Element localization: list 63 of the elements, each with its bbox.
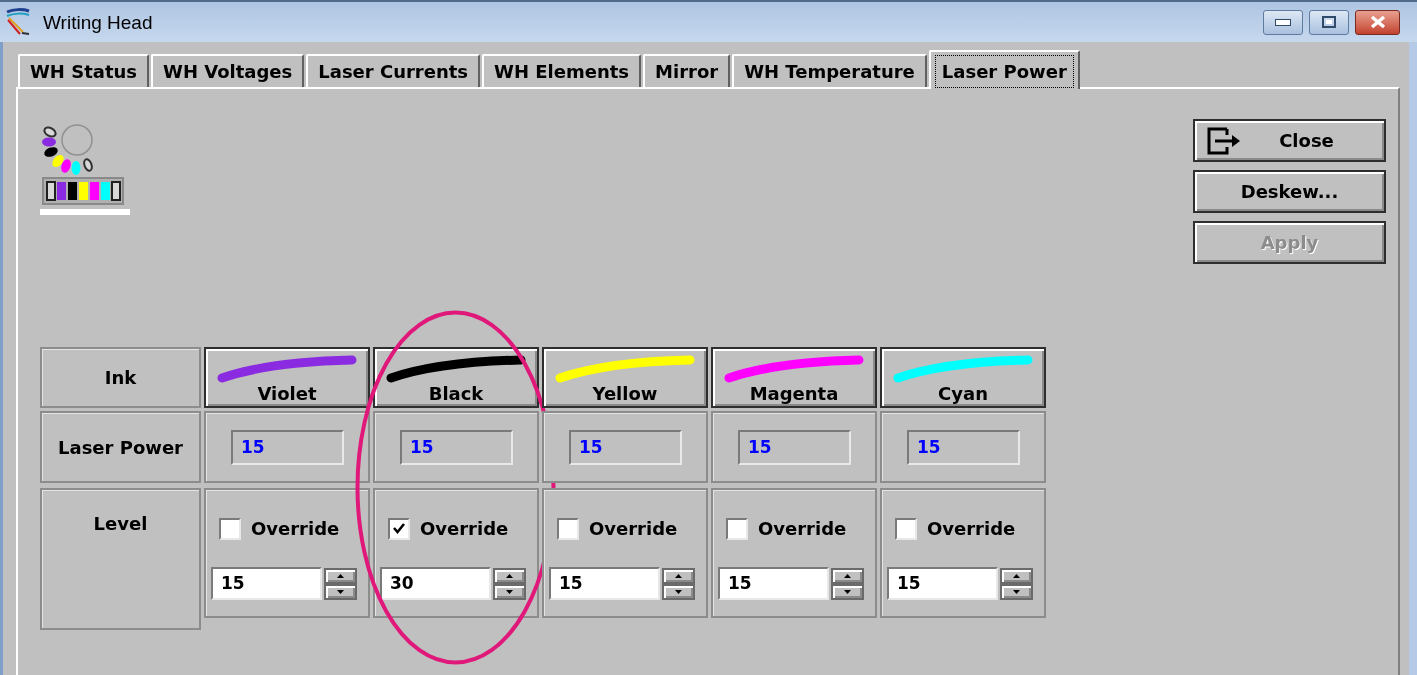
down-arrow-icon: [506, 589, 513, 594]
row-header-cell: Ink: [40, 347, 201, 408]
laser-power-field: 15: [231, 430, 344, 465]
close-icon: [1369, 15, 1386, 29]
override-checkbox[interactable]: [388, 517, 410, 540]
level-input[interactable]: 15: [718, 567, 829, 600]
down-arrow-icon: [675, 589, 682, 594]
maximize-icon: [1322, 16, 1336, 28]
ink-head-icon: [40, 122, 131, 216]
down-arrow-icon: [1013, 589, 1020, 594]
override-checkbox[interactable]: [219, 517, 241, 540]
down-arrow-icon: [337, 589, 344, 594]
up-arrow-icon: [844, 573, 851, 578]
override-label: Override: [420, 517, 509, 541]
level-input[interactable]: 15: [887, 567, 998, 600]
action-button[interactable]: Close: [1193, 119, 1386, 162]
ink-header-button[interactable]: Yellow: [542, 347, 708, 408]
minimize-icon: [1275, 18, 1291, 26]
level-input[interactable]: 30: [380, 567, 491, 600]
override-label: Override: [927, 517, 1016, 541]
spin-up-button[interactable]: [831, 567, 864, 584]
up-arrow-icon: [675, 573, 682, 578]
override-label: Override: [589, 517, 678, 541]
tab[interactable]: WH Elements: [482, 54, 642, 87]
laser-power-field: 15: [400, 430, 513, 465]
check-icon: [393, 523, 405, 534]
level-input[interactable]: 15: [549, 567, 660, 600]
tab[interactable]: Mirror: [643, 54, 731, 87]
tab[interactable]: WH Voltages: [151, 54, 305, 87]
minimize-button[interactable]: [1263, 9, 1303, 35]
tab[interactable]: Laser Power: [928, 50, 1080, 89]
close-window-button[interactable]: [1355, 9, 1400, 35]
down-arrow-icon: [844, 589, 851, 594]
spin-up-button[interactable]: [324, 567, 357, 584]
ink-header-button[interactable]: Cyan: [880, 347, 1046, 408]
up-arrow-icon: [506, 573, 513, 578]
tab[interactable]: Laser Currents: [306, 54, 481, 87]
ink-header-button[interactable]: Black: [373, 347, 539, 408]
laser-power-field: 15: [738, 430, 851, 465]
override-checkbox[interactable]: [895, 517, 917, 540]
maximize-button[interactable]: [1309, 9, 1349, 35]
override-checkbox[interactable]: [557, 517, 579, 540]
up-arrow-icon: [337, 573, 344, 578]
tab[interactable]: WH Temperature: [732, 54, 927, 87]
laser-power-field: 15: [907, 430, 1020, 465]
window-title: Writing Head: [43, 12, 153, 32]
ink-header-button[interactable]: Magenta: [711, 347, 877, 408]
level-input[interactable]: 15: [211, 567, 322, 600]
override-label: Override: [758, 517, 847, 541]
up-arrow-icon: [1013, 573, 1020, 578]
app-icon: [5, 8, 31, 36]
override-checkbox[interactable]: [726, 517, 748, 540]
exit-icon: [1207, 126, 1241, 155]
action-button[interactable]: Deskew...: [1193, 170, 1386, 213]
spin-up-button[interactable]: [1000, 567, 1033, 584]
row-header-cell: Level: [40, 488, 201, 630]
row-header-cell: Laser Power: [40, 411, 201, 483]
ink-header-button[interactable]: Violet: [204, 347, 370, 408]
override-label: Override: [251, 517, 340, 541]
laser-power-field: 15: [569, 430, 682, 465]
spin-up-button[interactable]: [662, 567, 695, 584]
spin-up-button[interactable]: [493, 567, 526, 584]
tab[interactable]: WH Status: [18, 54, 150, 87]
